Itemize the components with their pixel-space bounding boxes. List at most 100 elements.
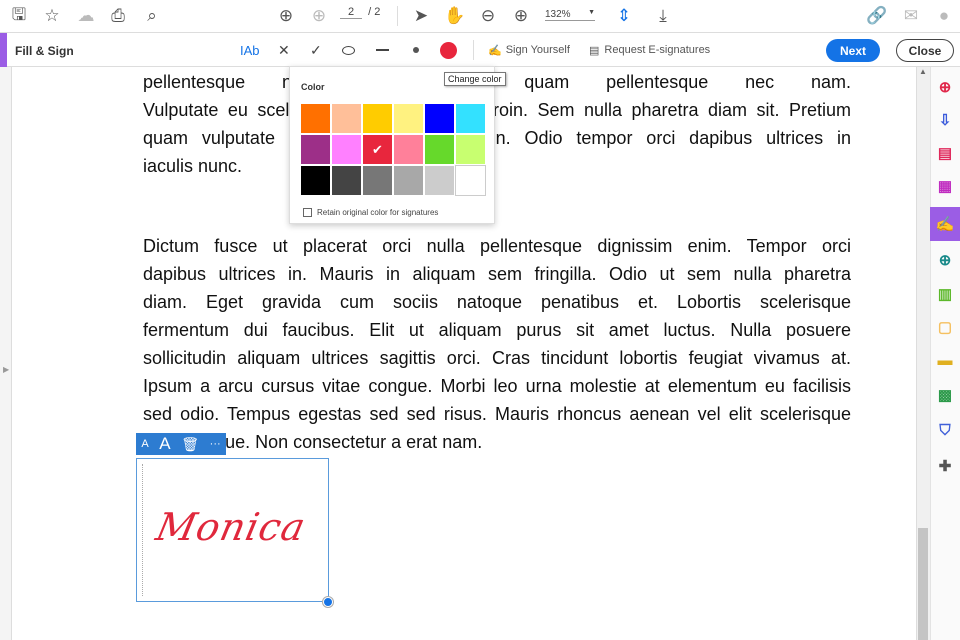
- text-line: sollicitudin aliquam ultrices sagittis o…: [143, 348, 851, 368]
- color-picker-popup: Color ✔ Retain original color for signat…: [289, 66, 495, 224]
- link-icon[interactable]: 🔗: [866, 5, 888, 27]
- zoom-out-icon[interactable]: ⊖: [477, 5, 499, 27]
- color-swatch[interactable]: [424, 134, 455, 165]
- page-input[interactable]: 2: [340, 6, 362, 19]
- color-swatch[interactable]: [300, 103, 331, 134]
- next-button[interactable]: Next: [826, 39, 880, 62]
- color-swatch-icon: [440, 41, 457, 59]
- color-swatch[interactable]: [455, 134, 486, 165]
- select-cursor-icon[interactable]: ➤: [410, 5, 432, 27]
- line-tool[interactable]: [376, 40, 389, 60]
- fill-sign-icon[interactable]: ✍: [930, 207, 960, 241]
- fill-sign-toolbar: [0, 33, 960, 67]
- prev-page-icon[interactable]: ⊕: [275, 5, 297, 27]
- request-esignatures-label: Request E-signatures: [604, 44, 711, 56]
- color-swatch[interactable]: [455, 165, 486, 196]
- organize-pages-icon[interactable]: ▤: [930, 136, 960, 169]
- text-line: fermentum dui faucibus. Elit ut aliquam …: [143, 320, 851, 340]
- zoom-value: 132%: [545, 9, 571, 20]
- page-fit-icon[interactable]: ⇕: [613, 5, 635, 27]
- color-swatch[interactable]: [393, 165, 424, 196]
- color-swatch[interactable]: [393, 134, 424, 165]
- email-icon[interactable]: ✉: [900, 5, 922, 27]
- zoom-select[interactable]: 132% ▼: [545, 9, 595, 21]
- color-swatch[interactable]: [331, 103, 362, 134]
- comment-icon[interactable]: ▬: [930, 344, 960, 377]
- checkbox[interactable]: [303, 208, 312, 217]
- dot-tool[interactable]: [413, 40, 419, 60]
- text-line: Ipsum a arcu cursus vitae congue. Morbi …: [143, 376, 851, 396]
- dot-icon: [413, 47, 419, 53]
- add-user-icon[interactable]: ●: [933, 5, 955, 27]
- combine-files-icon[interactable]: ▥: [930, 277, 960, 310]
- color-swatch[interactable]: ✔: [362, 134, 393, 165]
- more-options-button[interactable]: ···: [210, 438, 221, 450]
- cloud-upload-icon[interactable]: ☁: [75, 5, 97, 27]
- text-line: diam. Eget gravida cum sociis natoque pe…: [143, 292, 851, 312]
- text-line: dapibus ultrices in. Mauris in aliquam s…: [143, 264, 851, 284]
- more-tools-icon[interactable]: ✚: [930, 449, 960, 482]
- paragraph-2: Dictum fusce ut placerat orci nulla pell…: [143, 232, 851, 456]
- text-line: pellentesque. Non consectetur a erat nam…: [143, 432, 483, 452]
- delete-trash-icon[interactable]: 🗑: [181, 436, 199, 453]
- hand-tool-icon[interactable]: ✋: [444, 5, 466, 27]
- search-zoom-icon[interactable]: ⌕: [141, 5, 163, 27]
- color-title: Color: [301, 82, 325, 92]
- color-swatch[interactable]: [300, 134, 331, 165]
- color-swatch[interactable]: [362, 165, 393, 196]
- close-button[interactable]: Close: [896, 39, 954, 62]
- color-swatch[interactable]: [362, 103, 393, 134]
- sign-yourself-label: Sign Yourself: [505, 44, 570, 56]
- text-line: Vulputate eu scelerisque felis imperdiet…: [143, 100, 851, 120]
- line-icon: [376, 49, 389, 51]
- create-pdf-icon[interactable]: ⊕: [930, 70, 960, 103]
- increase-size-button[interactable]: A: [159, 434, 170, 454]
- print-icon[interactable]: ⎙: [107, 5, 129, 27]
- share-icon[interactable]: ▢: [930, 310, 960, 343]
- color-swatch[interactable]: [424, 103, 455, 134]
- edit-pdf-icon[interactable]: ▦: [930, 169, 960, 202]
- add-text-tool[interactable]: IAb: [240, 40, 260, 60]
- scan-icon[interactable]: ▩: [930, 378, 960, 411]
- dotted-guide: [142, 464, 143, 596]
- export-pdf-icon[interactable]: ⇩: [930, 103, 960, 136]
- scrollbar-thumb[interactable]: [918, 528, 928, 640]
- color-swatch[interactable]: [424, 165, 455, 196]
- scroll-mode-icon[interactable]: ⤓: [652, 5, 674, 27]
- page-indicator[interactable]: 2 / 2: [340, 6, 380, 19]
- color-grid: ✔: [300, 103, 486, 196]
- tooltip: Change color: [444, 72, 506, 86]
- text-line: quam vulputate dignissim suspendisse in.…: [143, 128, 851, 148]
- color-swatch[interactable]: [300, 165, 331, 196]
- color-swatch[interactable]: [331, 165, 362, 196]
- accent-stripe: [0, 33, 7, 67]
- signature-text: Monica: [152, 505, 311, 549]
- resize-handle[interactable]: [323, 597, 333, 607]
- left-panel-toggle[interactable]: ▶: [0, 67, 12, 640]
- divider: [397, 6, 398, 26]
- protect-shield-icon[interactable]: ⛉: [930, 414, 960, 447]
- circle-icon: [342, 45, 355, 55]
- checkmark-tool[interactable]: ✓: [310, 40, 322, 60]
- change-color-button[interactable]: [440, 40, 457, 60]
- signature-box[interactable]: Monica: [136, 458, 329, 602]
- send-for-review-icon[interactable]: ⊕: [930, 243, 960, 276]
- next-page-icon[interactable]: ⊕: [308, 5, 330, 27]
- zoom-in-icon[interactable]: ⊕: [510, 5, 532, 27]
- save-icon[interactable]: 🖫: [8, 5, 30, 27]
- retain-color-label: Retain original color for signatures: [317, 208, 439, 217]
- color-swatch[interactable]: [455, 103, 486, 134]
- color-swatch[interactable]: [331, 134, 362, 165]
- page-total: / 2: [368, 6, 381, 18]
- decrease-size-button[interactable]: A: [141, 438, 148, 450]
- cross-tool[interactable]: ✕: [278, 40, 290, 60]
- retain-color-checkbox[interactable]: Retain original color for signatures: [303, 208, 438, 217]
- pen-sign-icon: ✍: [488, 44, 502, 57]
- color-swatch[interactable]: [393, 103, 424, 134]
- text-line: Dictum fusce ut placerat orci nulla pell…: [143, 236, 851, 256]
- circle-tool[interactable]: [342, 40, 355, 60]
- sign-yourself-button[interactable]: ✍ Sign Yourself: [488, 40, 570, 60]
- request-esignatures-button[interactable]: ▤ Request E-signatures: [589, 40, 710, 60]
- bookmark-star-icon[interactable]: ☆: [41, 5, 63, 27]
- document-icon: ▤: [589, 44, 600, 57]
